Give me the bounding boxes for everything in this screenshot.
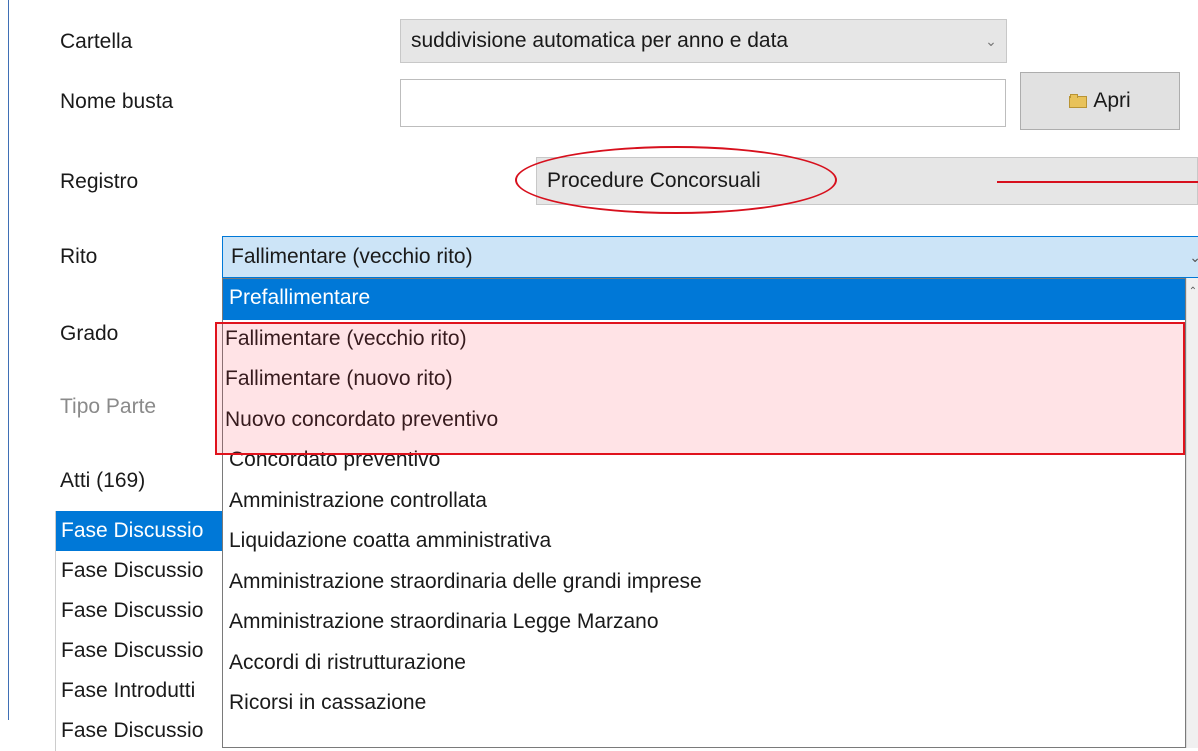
atti-label: Atti (169): [60, 469, 146, 492]
scroll-up-arrow-icon[interactable]: ⌃: [1187, 286, 1198, 297]
window-border: [8, 0, 9, 720]
atti-list-item[interactable]: Fase Discussio: [56, 711, 222, 751]
atti-list-item[interactable]: Fase Discussio: [56, 511, 222, 551]
tipo-parte-label: Tipo Parte: [60, 395, 157, 418]
annotation-line: [997, 181, 1198, 183]
cartella-label: Cartella: [60, 30, 133, 53]
atti-list-item[interactable]: Fase Discussio: [56, 551, 222, 591]
chevron-down-icon: ⌄: [985, 32, 997, 49]
rito-option[interactable]: Accordi di ristrutturazione: [223, 644, 1185, 685]
atti-list[interactable]: Fase Discussio Fase Discussio Fase Discuss…: [55, 511, 222, 751]
rito-option[interactable]: Ricorsi in cassazione: [223, 684, 1185, 725]
registro-label: Registro: [60, 170, 139, 193]
chevron-down-icon: ⌄: [1189, 248, 1198, 265]
nome-busta-input[interactable]: [400, 79, 1006, 127]
rito-option[interactable]: Amministrazione straordinaria delle gran…: [223, 563, 1185, 604]
rito-label: Rito: [60, 245, 98, 268]
rito-option[interactable]: Amministrazione controllata: [223, 482, 1185, 523]
annotation-ellipse: [515, 146, 837, 214]
dropdown-scrollbar[interactable]: ⌃: [1186, 278, 1198, 748]
cartella-value: suddivisione automatica per anno e data: [411, 29, 789, 52]
apri-button-label: Apri: [1093, 89, 1131, 112]
rito-option[interactable]: Prefallimentare: [223, 279, 1185, 320]
rito-select[interactable]: Fallimentare (vecchio rito) ⌄: [222, 236, 1198, 278]
rito-option[interactable]: Amministrazione straordinaria Legge Marz…: [223, 603, 1185, 644]
annotation-highlight-box: [215, 322, 1185, 455]
rito-option[interactable]: Liquidazione coatta amministrativa: [223, 522, 1185, 563]
atti-list-item[interactable]: Fase Introdutti: [56, 671, 222, 711]
nome-busta-label: Nome busta: [60, 90, 174, 113]
grado-label: Grado: [60, 322, 119, 345]
folder-icon: [1069, 94, 1088, 108]
atti-list-item[interactable]: Fase Discussio: [56, 591, 222, 631]
apri-button[interactable]: Apri: [1020, 72, 1180, 130]
cartella-select[interactable]: suddivisione automatica per anno e data …: [400, 19, 1007, 63]
rito-value: Fallimentare (vecchio rito): [231, 245, 473, 268]
atti-list-item[interactable]: Fase Discussio: [56, 631, 222, 671]
